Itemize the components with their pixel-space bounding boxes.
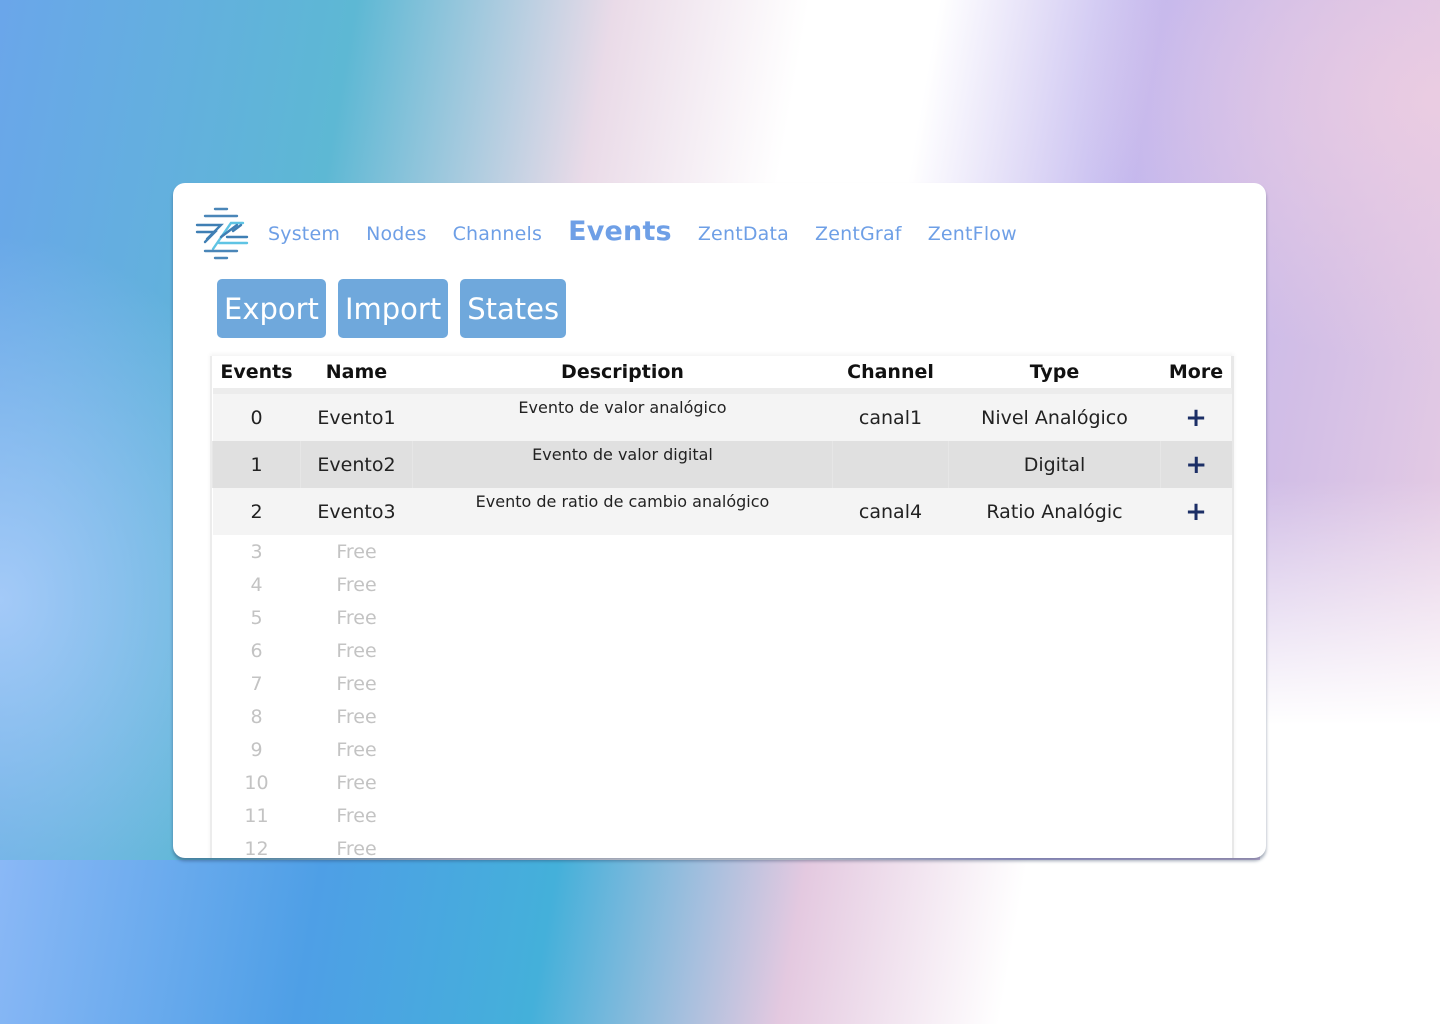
free-row[interactable]: 8 Free [212, 700, 1232, 733]
event-type: Nivel Analógico [948, 391, 1161, 441]
event-index: 0 [212, 391, 301, 441]
event-index: 3 [212, 535, 301, 568]
free-row[interactable]: 10 Free [212, 766, 1232, 799]
free-row[interactable]: 12 Free [212, 832, 1232, 858]
table-row[interactable]: 1 Evento2 Evento de valor digital Digita… [212, 441, 1232, 488]
event-index: 7 [212, 667, 301, 700]
free-row[interactable]: 11 Free [212, 799, 1232, 832]
event-index: 11 [212, 799, 301, 832]
event-index: 8 [212, 700, 301, 733]
header-type: Type [948, 356, 1161, 394]
event-name: Evento2 [300, 441, 413, 488]
event-index: 6 [212, 634, 301, 667]
table-row[interactable]: 0 Evento1 Evento de valor analógico cana… [212, 391, 1232, 441]
event-description: Evento de ratio de cambio analógico [412, 488, 833, 535]
nav-system[interactable]: System [268, 223, 340, 245]
free-row[interactable]: 5 Free [212, 601, 1232, 634]
more-plus-icon[interactable]: + [1160, 391, 1232, 441]
table-header-row: Events Name Description Channel Type Mor… [212, 356, 1232, 394]
header-events: Events [212, 356, 301, 394]
states-button[interactable]: States [460, 279, 567, 338]
background-gradient-bottom [0, 860, 1440, 1024]
event-index: 2 [212, 488, 301, 535]
event-index: 12 [212, 832, 301, 858]
event-name: Evento1 [300, 391, 413, 441]
header-more: More [1160, 356, 1232, 394]
event-name: Free [300, 766, 413, 799]
event-name: Free [300, 568, 413, 601]
event-name: Free [300, 634, 413, 667]
event-index: 4 [212, 568, 301, 601]
table-row[interactable]: 2 Evento3 Evento de ratio de cambio anal… [212, 488, 1232, 535]
header-name: Name [300, 356, 413, 394]
event-type: Ratio Analógic [948, 488, 1161, 535]
event-name: Evento3 [300, 488, 413, 535]
event-type: Digital [948, 441, 1161, 488]
import-button[interactable]: Import [337, 279, 449, 338]
action-toolbar: Export Import States [217, 279, 567, 338]
event-name: Free [300, 832, 413, 858]
event-index: 1 [212, 441, 301, 488]
event-name: Free [300, 700, 413, 733]
top-navigation: System Nodes Channels Events ZentData Ze… [193, 203, 1043, 265]
events-panel: System Nodes Channels Events ZentData Ze… [173, 183, 1266, 858]
free-row[interactable]: 7 Free [212, 667, 1232, 700]
event-name: Free [300, 799, 413, 832]
event-name: Free [300, 535, 413, 568]
nav-channels[interactable]: Channels [453, 223, 543, 245]
event-index: 5 [212, 601, 301, 634]
events-table-container: Events Name Description Channel Type Mor… [210, 356, 1234, 858]
event-index: 10 [212, 766, 301, 799]
event-channel: canal4 [832, 488, 949, 535]
nav-zentdata[interactable]: ZentData [698, 223, 789, 245]
header-channel: Channel [832, 356, 949, 394]
nav-events[interactable]: Events [568, 216, 672, 247]
free-row[interactable]: 9 Free [212, 733, 1232, 766]
event-name: Free [300, 733, 413, 766]
event-description: Evento de valor digital [412, 441, 833, 488]
event-name: Free [300, 667, 413, 700]
event-index: 9 [212, 733, 301, 766]
events-table: Events Name Description Channel Type Mor… [212, 356, 1232, 858]
nav-zentflow[interactable]: ZentFlow [928, 223, 1017, 245]
event-name: Free [300, 601, 413, 634]
zent-logo-icon[interactable] [193, 205, 251, 263]
more-plus-icon[interactable]: + [1160, 488, 1232, 535]
free-row[interactable]: 4 Free [212, 568, 1232, 601]
event-description: Evento de valor analógico [412, 391, 833, 441]
more-plus-icon[interactable]: + [1160, 441, 1232, 488]
nav-zentgraf[interactable]: ZentGraf [815, 223, 902, 245]
event-channel: canal1 [832, 391, 949, 441]
header-description: Description [412, 356, 833, 394]
free-row[interactable]: 3 Free [212, 535, 1232, 568]
nav-nodes[interactable]: Nodes [366, 223, 427, 245]
free-row[interactable]: 6 Free [212, 634, 1232, 667]
background-fade-right [1260, 480, 1440, 1024]
export-button[interactable]: Export [217, 279, 326, 338]
event-channel [832, 441, 949, 488]
